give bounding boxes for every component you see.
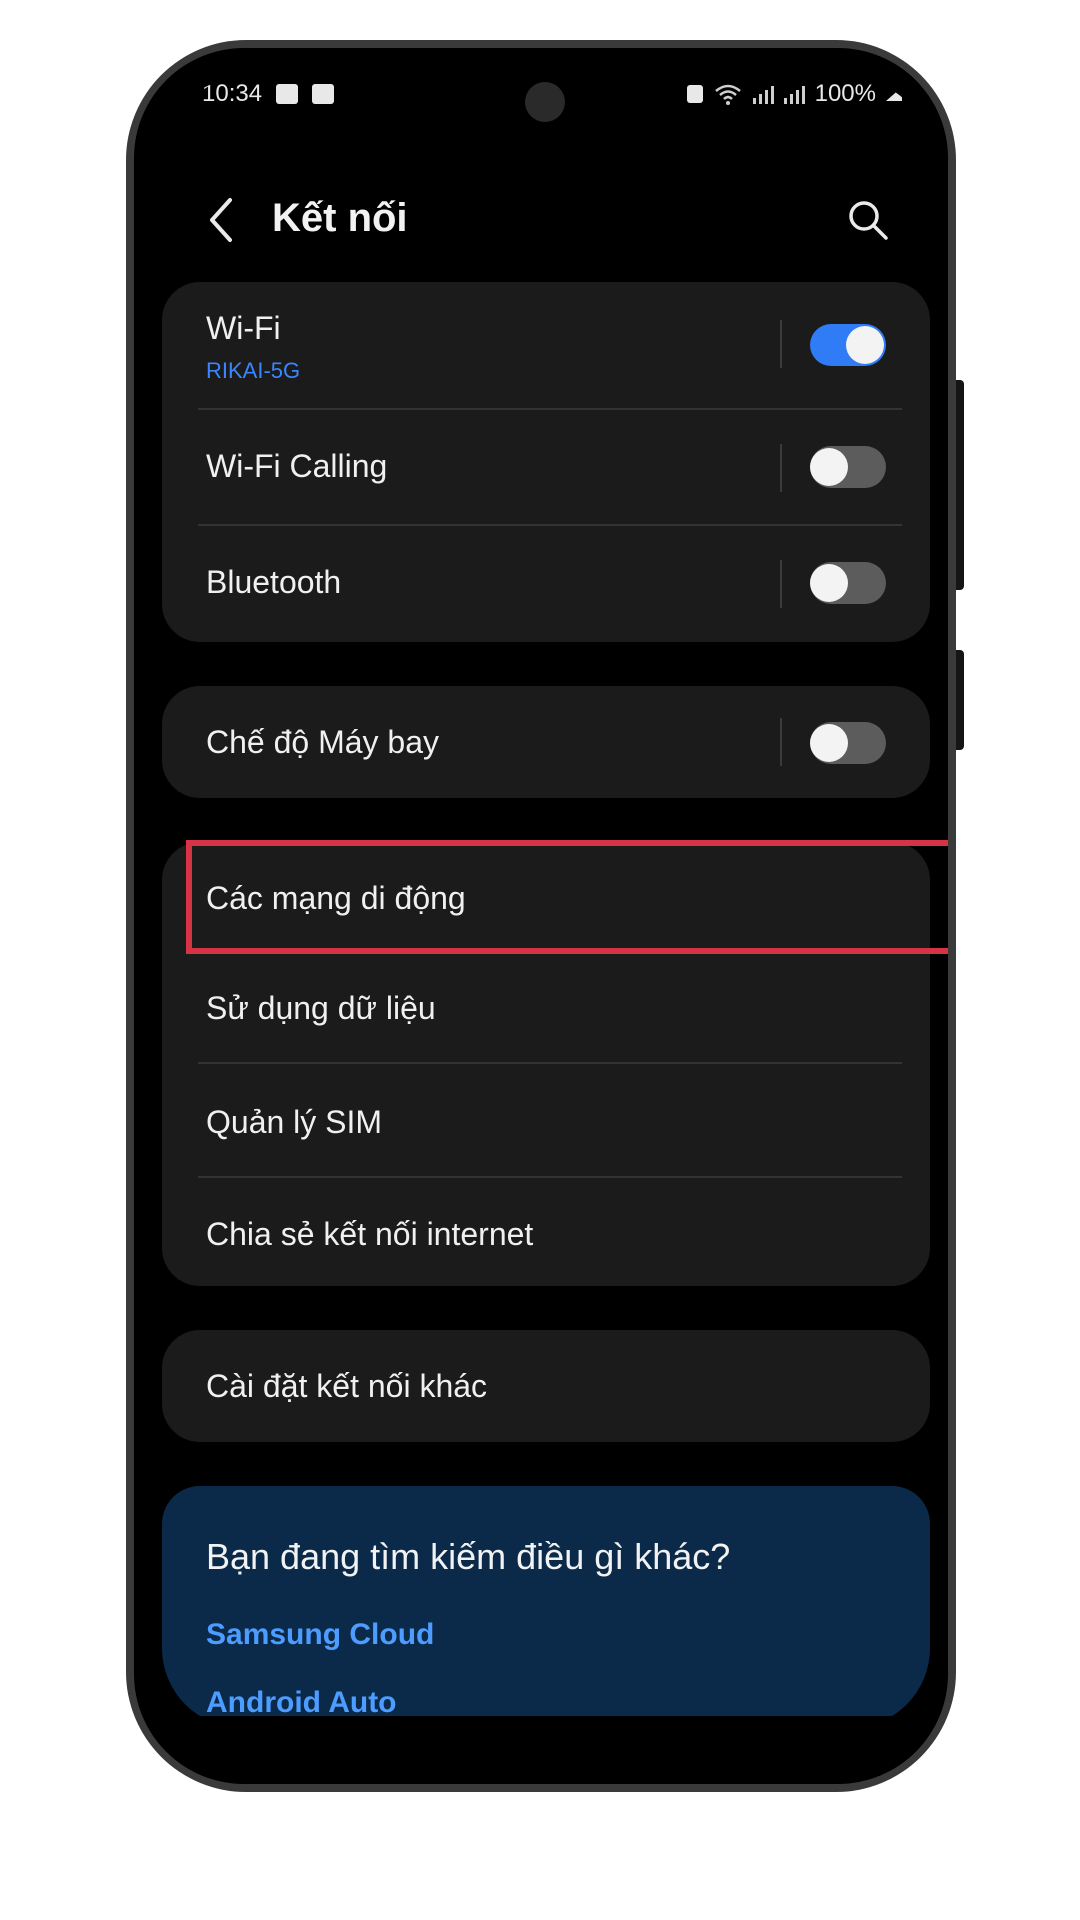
wifi-calling-label: Wi-Fi Calling bbox=[206, 448, 388, 484]
gallery-notification-icon bbox=[276, 84, 299, 104]
battery-icon bbox=[886, 87, 902, 101]
sim-icon bbox=[686, 85, 703, 103]
suggestions-card: Bạn đang tìm kiếm điều gì khác? Samsung … bbox=[162, 1486, 930, 1716]
back-button[interactable] bbox=[202, 190, 242, 250]
samsung-cloud-link[interactable]: Samsung Cloud bbox=[206, 1618, 434, 1652]
more-settings-label: Cài đặt kết nối khác bbox=[206, 1368, 488, 1404]
front-camera bbox=[525, 82, 565, 122]
wifi-calling-toggle[interactable] bbox=[810, 446, 886, 488]
check-notification-icon bbox=[312, 84, 335, 104]
search-icon bbox=[849, 201, 888, 240]
row-separator bbox=[780, 560, 782, 608]
battery-percent: 100% bbox=[814, 80, 876, 107]
row-separator bbox=[780, 718, 782, 766]
wifi-row[interactable]: Wi-Fi RIKAI-5G bbox=[162, 282, 930, 408]
volume-button bbox=[956, 380, 964, 590]
power-button bbox=[956, 650, 964, 750]
more-settings-row[interactable]: Cài đặt kết nối khác bbox=[162, 1330, 930, 1442]
more-settings-card: Cài đặt kết nối khác bbox=[162, 1330, 930, 1442]
wifi-network-name: RIKAI-5G bbox=[206, 358, 301, 383]
row-separator bbox=[780, 444, 782, 492]
bluetooth-row[interactable]: Bluetooth bbox=[162, 526, 930, 642]
search-button[interactable] bbox=[838, 190, 898, 250]
airplane-card: Chế độ Máy bay bbox=[162, 686, 930, 798]
connections-card: Wi-Fi RIKAI-5G Wi-Fi Calling Bluetooth bbox=[162, 282, 930, 642]
app-bar: Kết nối bbox=[162, 180, 930, 260]
data-usage-row[interactable]: Sử dụng dữ liệu bbox=[162, 952, 930, 1062]
hotspot-label: Chia sẻ kết nối internet bbox=[206, 1216, 534, 1252]
bluetooth-label: Bluetooth bbox=[206, 564, 342, 600]
data-usage-label: Sử dụng dữ liệu bbox=[206, 990, 436, 1026]
status-bar: 10:34 100% bbox=[162, 78, 930, 138]
suggestions-question: Bạn đang tìm kiếm điều gì khác? bbox=[206, 1536, 731, 1577]
chevron-left-icon bbox=[210, 198, 232, 242]
bluetooth-toggle[interactable] bbox=[810, 562, 886, 604]
highlight-box bbox=[186, 840, 948, 954]
android-auto-link[interactable]: Android Auto bbox=[206, 1686, 397, 1716]
page-title: Kết nối bbox=[272, 196, 408, 240]
sim-manager-label: Quản lý SIM bbox=[206, 1104, 383, 1140]
signal-icon-2 bbox=[783, 84, 805, 104]
airplane-toggle[interactable] bbox=[810, 722, 886, 764]
airplane-label: Chế độ Máy bay bbox=[206, 724, 440, 760]
signal-icon-1 bbox=[752, 84, 774, 104]
clock: 10:34 bbox=[202, 80, 263, 107]
row-separator bbox=[780, 320, 782, 368]
hotspot-row[interactable]: Chia sẻ kết nối internet bbox=[162, 1178, 930, 1286]
wifi-label: Wi-Fi bbox=[206, 310, 281, 346]
wifi-calling-row[interactable]: Wi-Fi Calling bbox=[162, 410, 930, 524]
wifi-toggle[interactable] bbox=[810, 324, 886, 366]
sim-manager-row[interactable]: Quản lý SIM bbox=[162, 1064, 930, 1176]
wifi-icon bbox=[714, 84, 741, 105]
airplane-row[interactable]: Chế độ Máy bay bbox=[162, 686, 930, 798]
